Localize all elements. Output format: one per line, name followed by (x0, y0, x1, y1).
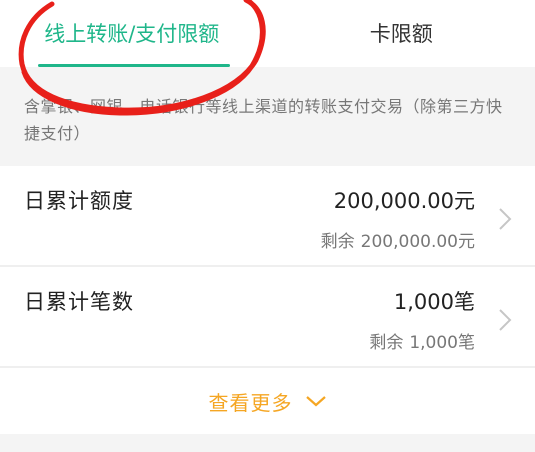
remaining-label: 剩余 (320, 232, 355, 252)
tab-label: 卡限额 (369, 21, 433, 46)
remaining-value: 1,000笔 (409, 333, 475, 353)
limits-page: 线上转账/支付限额 卡限额 含掌银、网银、电话银行等线上渠道的转账支付交易（除第… (0, 0, 535, 452)
limit-description: 含掌银、网银、电话银行等线上渠道的转账支付交易（除第三方快捷支付） (24, 97, 503, 143)
remaining-value: 200,000.00元 (360, 232, 475, 252)
tab-label: 线上转账/支付限额 (44, 21, 220, 46)
remaining-count: 剩余 1,000笔 (369, 328, 475, 353)
tab-bar: 线上转账/支付限额 卡限额 (0, 0, 535, 67)
remaining-amount: 剩余 200,000.00元 (321, 227, 475, 252)
chevron-right-icon (499, 208, 512, 230)
limit-label: 日累计笔数 (24, 290, 134, 314)
limit-row-daily-amount[interactable]: 日累计额度 200,000.00元 剩余 200,000.00元 (0, 166, 535, 265)
limit-row-daily-count[interactable]: 日累计笔数 1,000笔 剩余 1,000笔 (0, 267, 535, 366)
chevron-right-icon (499, 309, 512, 331)
tab-online-transfer-limit[interactable]: 线上转账/支付限额 (0, 0, 268, 67)
view-more-label: 查看更多 (208, 390, 293, 415)
limit-value: 200,000.00元 (333, 189, 475, 213)
limit-value: 1,000笔 (393, 290, 475, 314)
limit-label: 日累计额度 (24, 189, 134, 213)
tab-card-limit[interactable]: 卡限额 (268, 0, 535, 67)
remaining-label: 剩余 (369, 333, 404, 353)
view-more-button[interactable]: 查看更多 (0, 368, 535, 434)
chevron-down-icon (305, 396, 326, 407)
